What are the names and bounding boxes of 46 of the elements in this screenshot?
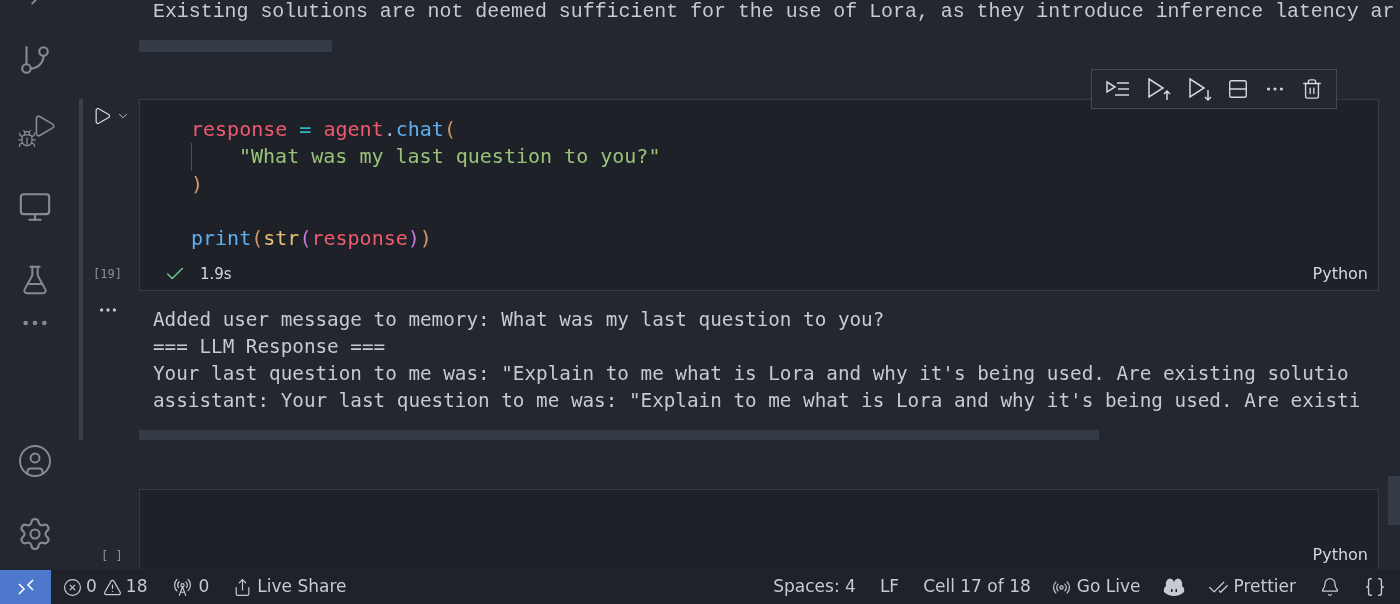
- go-live-label: Go Live: [1076, 575, 1141, 599]
- code-cell[interactable]: response = agent.chat( "What was my last question to you?" ) print(str(response)) 1.9s Python: [139, 99, 1379, 291]
- run-below-icon[interactable]: [1186, 76, 1213, 102]
- braces-icon[interactable]: [1364, 576, 1386, 598]
- markdown-text: Existing solutions are not deemed sufficient for the use of Lora, as they introduce inference latency ar: [153, 0, 1395, 23]
- language-label[interactable]: Python: [1312, 543, 1368, 567]
- split-cell-icon[interactable]: [1227, 78, 1250, 100]
- antenna-icon: [173, 577, 193, 597]
- indent-guide: [191, 143, 192, 171]
- line-ending-button[interactable]: LF: [879, 574, 900, 600]
- error-icon: [63, 577, 82, 597]
- account-icon[interactable]: [17, 443, 53, 479]
- indentation-button[interactable]: Spaces: 4: [773, 574, 856, 600]
- warning-icon: [102, 577, 122, 597]
- copilot-icon[interactable]: [1162, 577, 1187, 597]
- code-line: print(str(response)): [191, 226, 432, 251]
- output-line: Added user message to memory: What was my last question to you?: [153, 307, 885, 333]
- empty-code-cell[interactable]: Python: [139, 489, 1379, 569]
- live-share-button[interactable]: Live Share: [233, 574, 347, 600]
- language-label[interactable]: Python: [1312, 262, 1368, 286]
- go-live-button[interactable]: Go Live: [1051, 574, 1141, 600]
- ports-count: 0: [198, 575, 210, 599]
- delete-icon[interactable]: [1300, 78, 1323, 100]
- warning-count: 18: [125, 575, 148, 599]
- problems-button[interactable]: 0 18: [63, 574, 148, 600]
- output-line: assistant: Your last question to me was: "Explain to me what is Lora and why it's being used. Are existi: [153, 388, 1361, 414]
- code-line: ): [191, 171, 204, 196]
- ports-button[interactable]: 0: [173, 574, 210, 600]
- prettier-label: Prettier: [1233, 575, 1296, 599]
- code-line: response = agent.chat(: [191, 117, 456, 141]
- execution-count: [ ]: [101, 548, 124, 565]
- remote-icon: [15, 577, 36, 597]
- settings-icon[interactable]: [17, 516, 53, 552]
- code-line: "What was my last question to you?": [239, 144, 661, 169]
- output-line: === LLM Response ===: [153, 334, 386, 360]
- prettier-button[interactable]: Prettier: [1208, 574, 1296, 600]
- cell-position-button[interactable]: Cell 17 of 18: [923, 574, 1031, 600]
- run-above-icon[interactable]: [1146, 76, 1172, 102]
- output-line: Your last question to me was: "Explain to me what is Lora and why it's being used. Are existing solutio: [153, 361, 1349, 387]
- execution-count: [19]: [92, 266, 123, 283]
- execution-time: 1.9s: [200, 263, 232, 285]
- error-count: 0: [86, 575, 97, 599]
- remote-button[interactable]: [0, 570, 51, 604]
- live-share-label: Live Share: [257, 575, 347, 599]
- run-debug-icon[interactable]: [17, 113, 53, 149]
- notifications-icon[interactable]: [1320, 577, 1340, 597]
